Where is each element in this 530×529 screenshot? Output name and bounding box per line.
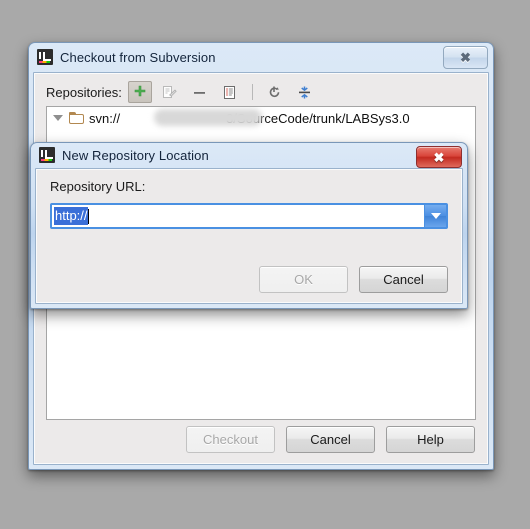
repository-url-dropdown-button[interactable]	[424, 205, 446, 227]
outer-dialog-title: Checkout from Subversion	[60, 49, 216, 65]
text-caret	[87, 208, 89, 224]
inner-close-button[interactable]: ✖	[416, 146, 462, 168]
redaction-overlay	[154, 109, 262, 126]
repository-url-label: Repository URL:	[50, 179, 146, 194]
refresh-button[interactable]	[263, 81, 287, 103]
repositories-label: Repositories:	[46, 84, 122, 100]
inner-titlebar[interactable]: New Repository Location	[30, 142, 468, 168]
ok-button[interactable]: OK	[259, 266, 348, 293]
tree-item-prefix: svn://	[89, 110, 121, 126]
add-repository-button[interactable]	[127, 81, 152, 103]
refresh-icon	[270, 86, 280, 97]
toolbar-separator	[251, 84, 253, 100]
desktop: Checkout from Subversion ✖ Repositories:	[0, 0, 530, 529]
outer-cancel-button[interactable]: Cancel	[286, 426, 375, 453]
collapse-all-icon	[299, 86, 311, 98]
repository-url-input[interactable]: http://	[52, 205, 424, 227]
intellij-idea-icon	[37, 49, 53, 65]
inner-cancel-button[interactable]: Cancel	[359, 266, 448, 293]
collapse-all-button[interactable]	[293, 81, 317, 103]
inner-button-row: OK Cancel	[259, 266, 448, 293]
repository-url-combobox[interactable]: http://	[50, 203, 448, 229]
edit-document-icon	[163, 85, 178, 98]
outer-titlebar[interactable]: Checkout from Subversion	[28, 42, 494, 72]
minus-icon	[194, 91, 206, 94]
tree-row[interactable]: svn:// 3/SourceCode/trunk/LABSys3.0	[47, 107, 475, 129]
help-button[interactable]: Help	[386, 426, 475, 453]
inner-dialog-title: New Repository Location	[62, 147, 209, 163]
expander-triangle-icon[interactable]	[53, 115, 63, 121]
outer-close-button[interactable]: ✖	[443, 46, 488, 69]
repositories-toolbar: Repositories:	[46, 81, 317, 103]
repository-url-value: http://	[54, 207, 88, 225]
close-icon: ✖	[433, 149, 445, 165]
inner-content-panel: Repository URL: http:// OK Cancel	[35, 168, 463, 304]
new-repository-location-dialog: New Repository Location ✖ Repository URL…	[30, 142, 468, 309]
checkout-button[interactable]: Checkout	[186, 426, 275, 453]
chevron-down-icon	[430, 213, 441, 219]
edit-repository-button[interactable]	[158, 81, 182, 103]
plus-icon	[134, 85, 146, 97]
remove-repository-button[interactable]	[188, 81, 212, 103]
close-icon: ✖	[460, 50, 471, 65]
outer-button-row: Checkout Cancel Help	[186, 426, 475, 453]
document-details-icon	[224, 85, 236, 99]
intellij-idea-icon	[39, 147, 55, 163]
folder-icon	[69, 112, 84, 124]
repository-details-button[interactable]	[218, 81, 242, 103]
